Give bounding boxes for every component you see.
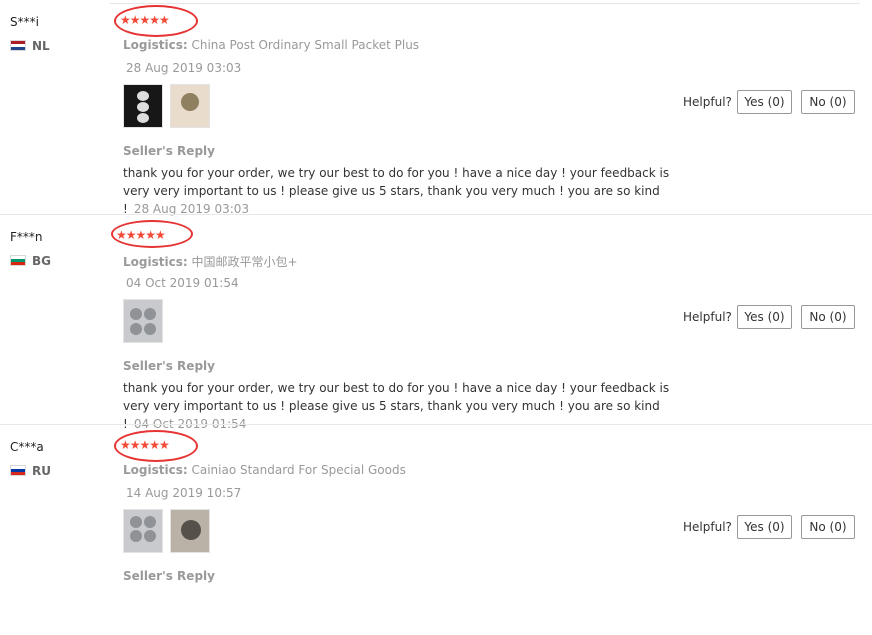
country-code: NL [32,39,50,53]
helpful-no-button[interactable]: No (0) [801,90,855,114]
seller-reply-label: Seller's Reply [123,144,215,158]
review-photos [123,299,170,343]
seller-reply-text: thank you for your order, we try our bes… [123,164,683,218]
logistics-label: Logistics: [123,255,188,269]
logistics-label: Logistics: [123,463,188,477]
review-date: 28 Aug 2019 03:03 [126,61,242,75]
review-photo[interactable] [123,509,163,553]
helpful-label: Helpful? [683,520,732,534]
reviewer-name: S***i [10,15,39,29]
rating-highlight-circle [114,5,198,37]
reviewer-name: C***a [10,440,44,454]
reviewer-country: BG [10,254,51,268]
review-date: 04 Oct 2019 01:54 [126,276,239,290]
review-photo[interactable] [170,509,210,553]
seller-reply-label: Seller's Reply [123,569,215,583]
reviewer-country: RU [10,464,51,478]
rating-highlight-circle [114,430,198,462]
logistics-method: 中国邮政平常小包+ [191,255,298,269]
country-code: RU [32,464,51,478]
logistics-method: China Post Ordinary Small Packet Plus [191,38,420,52]
review-item: S***i NL ★★★★★ Logistics: China Post Ord… [0,0,872,216]
review-photos [123,84,217,128]
divider [110,3,860,4]
seller-reply-label: Seller's Reply [123,359,215,373]
reviewer-country: NL [10,39,50,53]
country-code: BG [32,254,51,268]
review-item: F***n BG ★★★★★ Logistics: 中国邮政平常小包+ 04 O… [0,214,872,431]
ru-flag-icon [10,465,26,476]
helpful-yes-button[interactable]: Yes (0) [737,515,792,539]
review-item: C***a RU ★★★★★ Logistics: Cainiao Standa… [0,424,872,635]
logistics-info: Logistics: Cainiao Standard For Special … [123,463,406,477]
review-photo[interactable] [170,84,210,128]
bg-flag-icon [10,255,26,266]
review-date: 14 Aug 2019 10:57 [126,486,242,500]
helpful-no-button[interactable]: No (0) [801,305,855,329]
logistics-method: Cainiao Standard For Special Goods [191,463,406,477]
rating-highlight-circle [111,220,193,248]
helpful-yes-button[interactable]: Yes (0) [737,90,792,114]
logistics-info: Logistics: China Post Ordinary Small Pac… [123,38,419,52]
helpful-yes-button[interactable]: Yes (0) [737,305,792,329]
review-photo[interactable] [123,84,163,128]
helpful-no-button[interactable]: No (0) [801,515,855,539]
helpful-label: Helpful? [683,310,732,324]
reviewer-name: F***n [10,230,43,244]
helpful-label: Helpful? [683,95,732,109]
review-photos [123,509,217,553]
logistics-info: Logistics: 中国邮政平常小包+ [123,253,298,270]
review-photo[interactable] [123,299,163,343]
logistics-label: Logistics: [123,38,188,52]
nl-flag-icon [10,40,26,51]
